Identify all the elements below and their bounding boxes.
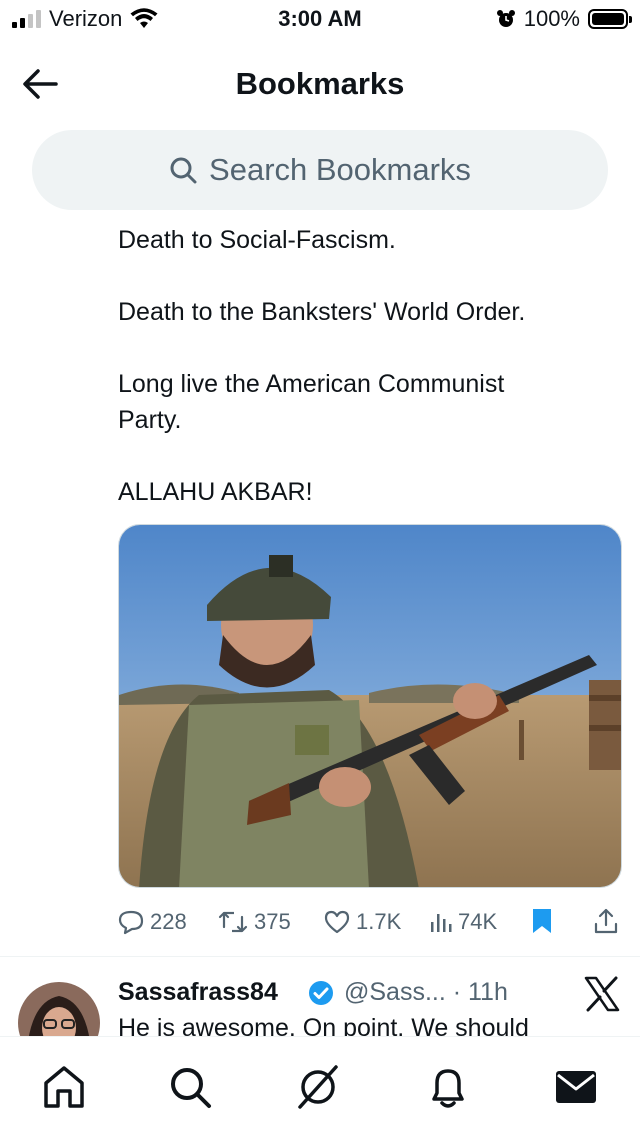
reply-count: 228	[150, 909, 187, 934]
search-input[interactable]: Search Bookmarks	[32, 130, 608, 210]
messages-icon[interactable]	[552, 1063, 600, 1111]
photo-illustration	[119, 525, 621, 887]
author-name[interactable]: Sassafrass84	[118, 978, 278, 1007]
battery-icon	[588, 9, 632, 29]
bottom-tab-bar	[0, 1036, 640, 1136]
views-icon	[431, 914, 452, 932]
tweet-actions: 228 375 1.7K 74K	[118, 900, 618, 944]
status-bar: Verizon 3:00 AM 100%	[0, 0, 640, 40]
header: Bookmarks	[0, 44, 640, 124]
battery-percent: 100%	[523, 6, 580, 31]
repost-icon	[218, 911, 248, 933]
tweet-line-partial: Death to Social-Fascism.	[118, 226, 396, 254]
divider	[0, 956, 640, 957]
page-title: Bookmarks	[235, 66, 405, 101]
reply-tweet[interactable]: Sassafrass84 @Sass... · 11h He is awesom…	[0, 960, 640, 1040]
tweet-line: Death to the Banksters' World Order.	[118, 298, 526, 326]
tweet-media-photo[interactable]	[118, 524, 622, 888]
reply-icon	[118, 910, 144, 935]
views-button[interactable]: 74K	[430, 909, 497, 935]
heart-icon	[324, 910, 350, 934]
tweet-line: ALLAHU AKBAR!	[118, 478, 313, 506]
tweet-line: Long live the American Communist	[118, 370, 505, 398]
verified-badge-icon	[309, 981, 333, 1005]
search-icon[interactable]	[166, 1063, 214, 1111]
grok-icon[interactable]	[294, 1063, 342, 1111]
tweet-line: Party.	[118, 406, 182, 434]
home-icon[interactable]	[40, 1063, 88, 1111]
bookmarks-page: Verizon 3:00 AM 100% Bookmarks Search Bo…	[0, 0, 640, 1136]
repost-count: 375	[254, 909, 291, 934]
avatar[interactable]	[18, 982, 100, 1040]
search-icon	[170, 157, 197, 184]
tweet-line-partial-container: Death to Social-Fascism.	[118, 220, 608, 256]
status-right: 100%	[496, 6, 632, 32]
notifications-icon[interactable]	[424, 1063, 472, 1111]
author-handle-time: @Sass... · 11h	[344, 978, 508, 1006]
alarm-icon	[496, 10, 515, 27]
x-logo-icon	[584, 976, 620, 1012]
bookmark-icon[interactable]	[532, 908, 552, 934]
like-count: 1.7K	[356, 909, 402, 934]
search-placeholder: Search Bookmarks	[209, 152, 471, 187]
share-icon[interactable]	[594, 908, 618, 934]
like-button[interactable]: 1.7K	[324, 909, 401, 935]
reply-button[interactable]: 228	[118, 909, 187, 935]
views-count: 74K	[458, 909, 498, 934]
repost-button[interactable]: 375	[218, 909, 291, 935]
